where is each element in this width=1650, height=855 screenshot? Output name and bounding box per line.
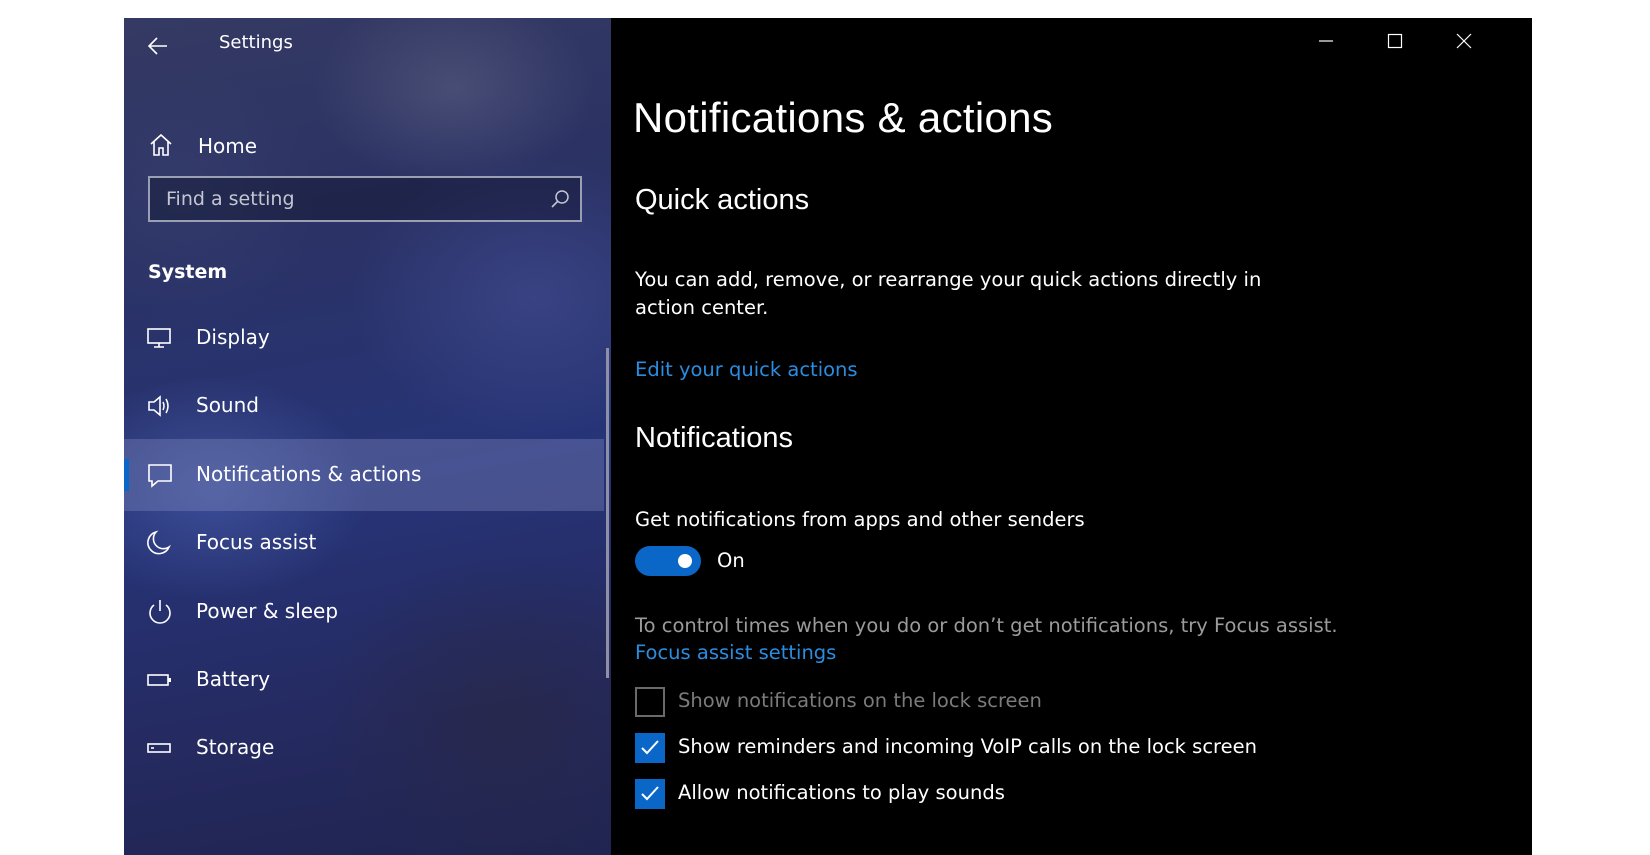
selection-indicator <box>124 459 129 491</box>
sidebar: Settings Home System Display <box>124 18 611 855</box>
message-icon <box>148 464 172 488</box>
checkmark-icon <box>641 786 659 801</box>
sidebar-item-focus-assist[interactable]: Focus assist <box>124 507 604 579</box>
checkbox-box <box>635 733 665 763</box>
back-button[interactable] <box>140 28 176 64</box>
notifications-toggle[interactable] <box>635 546 701 576</box>
sidebar-item-label: Sound <box>196 393 259 417</box>
section-title: System <box>148 261 228 283</box>
focus-assist-text: To control times when you do or don’t ge… <box>635 614 1338 637</box>
sidebar-item-label: Home <box>198 134 258 158</box>
sidebar-scrollbar[interactable] <box>606 348 609 678</box>
checkbox-box <box>635 687 665 717</box>
sidebar-item-storage[interactable]: Storage <box>124 712 604 784</box>
app-title: Settings <box>219 32 293 53</box>
battery-icon <box>147 674 171 686</box>
notifications-toggle-label: Get notifications from apps and other se… <box>635 508 1085 531</box>
main-content: Notifications & actions Quick actions Yo… <box>611 18 1532 855</box>
quick-actions-heading: Quick actions <box>635 184 810 216</box>
maximize-button[interactable] <box>1360 18 1430 64</box>
search-box <box>148 176 582 222</box>
minimize-icon <box>1319 40 1333 42</box>
close-button[interactable] <box>1429 18 1499 64</box>
sidebar-item-notifications[interactable]: Notifications & actions <box>124 439 604 511</box>
sidebar-item-label: Notifications & actions <box>196 462 422 486</box>
sidebar-item-home[interactable]: Home <box>124 118 611 174</box>
speaker-icon <box>148 395 169 417</box>
home-icon <box>150 133 172 156</box>
close-icon <box>1456 33 1472 49</box>
settings-window: Settings Home System Display <box>124 18 1532 855</box>
moon-icon <box>147 530 171 555</box>
monitor-icon <box>147 328 171 348</box>
page-title: Notifications & actions <box>633 94 1054 141</box>
quick-actions-description: You can add, remove, or rearrange your q… <box>635 268 1262 319</box>
checkbox-box <box>635 779 665 809</box>
edit-quick-actions-link[interactable]: Edit your quick actions <box>635 358 858 381</box>
back-arrow-icon <box>148 37 167 55</box>
notifications-heading: Notifications <box>635 422 793 454</box>
search-icon[interactable] <box>550 189 570 209</box>
sidebar-item-label: Display <box>196 325 270 349</box>
power-icon <box>149 600 171 624</box>
sidebar-item-label: Storage <box>196 735 275 759</box>
storage-icon <box>147 743 171 753</box>
sidebar-item-power-sleep[interactable]: Power & sleep <box>124 576 604 648</box>
checkbox-label: Show reminders and incoming VoIP calls o… <box>678 735 1257 758</box>
sidebar-item-label: Power & sleep <box>196 599 339 623</box>
maximize-icon <box>1387 33 1403 49</box>
checkbox-label: Allow notifications to play sounds <box>678 781 1005 804</box>
focus-assist-settings-link[interactable]: Focus assist settings <box>635 641 836 664</box>
minimize-button[interactable] <box>1291 18 1361 64</box>
sidebar-item-sound[interactable]: Sound <box>124 370 604 442</box>
search-input[interactable] <box>150 178 530 220</box>
checkbox-label: Show notifications on the lock screen <box>678 689 1042 712</box>
checkmark-icon <box>641 740 659 755</box>
toggle-state-label: On <box>717 549 745 572</box>
toggle-knob <box>678 554 692 568</box>
sidebar-item-label: Battery <box>196 667 271 691</box>
sidebar-item-display[interactable]: Display <box>124 302 604 374</box>
sidebar-item-label: Focus assist <box>196 530 317 554</box>
sidebar-item-battery[interactable]: Battery <box>124 644 604 716</box>
